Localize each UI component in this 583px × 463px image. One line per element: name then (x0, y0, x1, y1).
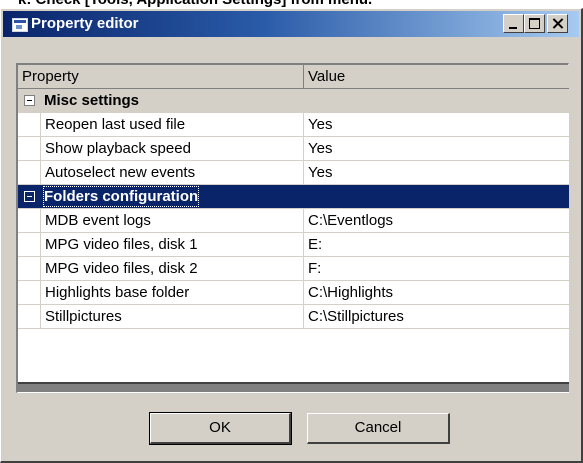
property-name: MPG video files, disk 2 (40, 257, 304, 280)
property-row[interactable]: Stillpictures C:\Stillpictures (18, 305, 569, 329)
ok-button[interactable]: OK (149, 412, 292, 445)
property-name: MDB event logs (40, 209, 304, 232)
category-label: Folders configuration (42, 185, 200, 208)
title-bar[interactable]: Property editor (3, 11, 579, 37)
property-editor-window: Property editor Property Value Misc sett… (0, 8, 583, 463)
property-value[interactable]: Yes (304, 113, 569, 136)
property-value[interactable]: C:\Stillpictures (304, 305, 569, 328)
property-row[interactable]: MPG video files, disk 1 E: (18, 233, 569, 257)
cancel-button[interactable]: Cancel (307, 413, 450, 444)
category-row[interactable]: Misc settings (18, 89, 569, 113)
property-name: Stillpictures (40, 305, 304, 328)
property-name: Autoselect new events (40, 161, 304, 184)
property-name: Reopen last used file (40, 113, 304, 136)
collapse-toggle-icon[interactable] (24, 191, 35, 202)
property-row[interactable]: Reopen last used file Yes (18, 113, 569, 137)
grid-header: Property Value (18, 65, 569, 89)
category-row[interactable]: Folders configuration (18, 185, 569, 209)
property-grid: Property Value Misc settings Reopen last … (16, 63, 569, 393)
property-value[interactable]: F: (304, 257, 569, 280)
property-row[interactable]: MDB event logs C:\Eventlogs (18, 209, 569, 233)
collapse-toggle-icon[interactable] (24, 95, 35, 106)
property-column-header[interactable]: Property (18, 65, 304, 88)
window-app-icon[interactable] (12, 18, 28, 32)
property-value[interactable]: Yes (304, 137, 569, 160)
background-caption: k: Check [Tools, Application Settings] f… (0, 0, 583, 8)
grid-bottom-bar (18, 382, 569, 392)
property-row[interactable]: Show playback speed Yes (18, 137, 569, 161)
property-row[interactable]: Highlights base folder C:\Highlights (18, 281, 569, 305)
category-label: Misc settings (44, 92, 140, 109)
property-value[interactable]: E: (304, 233, 569, 256)
window-title: Property editor (31, 15, 139, 32)
property-name: Highlights base folder (40, 281, 304, 304)
property-value[interactable]: Yes (304, 161, 569, 184)
property-value[interactable]: C:\Eventlogs (304, 209, 569, 232)
minimize-button[interactable] (503, 14, 524, 33)
property-value[interactable]: C:\Highlights (304, 281, 569, 304)
close-button[interactable] (547, 14, 568, 33)
caption-text: k: Check [Tools, Application Settings] f… (18, 0, 372, 8)
property-name: Show playback speed (40, 137, 304, 160)
property-name: MPG video files, disk 1 (40, 233, 304, 256)
value-column-header[interactable]: Value (304, 65, 569, 88)
maximize-button[interactable] (524, 14, 545, 33)
property-row[interactable]: Autoselect new events Yes (18, 161, 569, 185)
property-row[interactable]: MPG video files, disk 2 F: (18, 257, 569, 281)
